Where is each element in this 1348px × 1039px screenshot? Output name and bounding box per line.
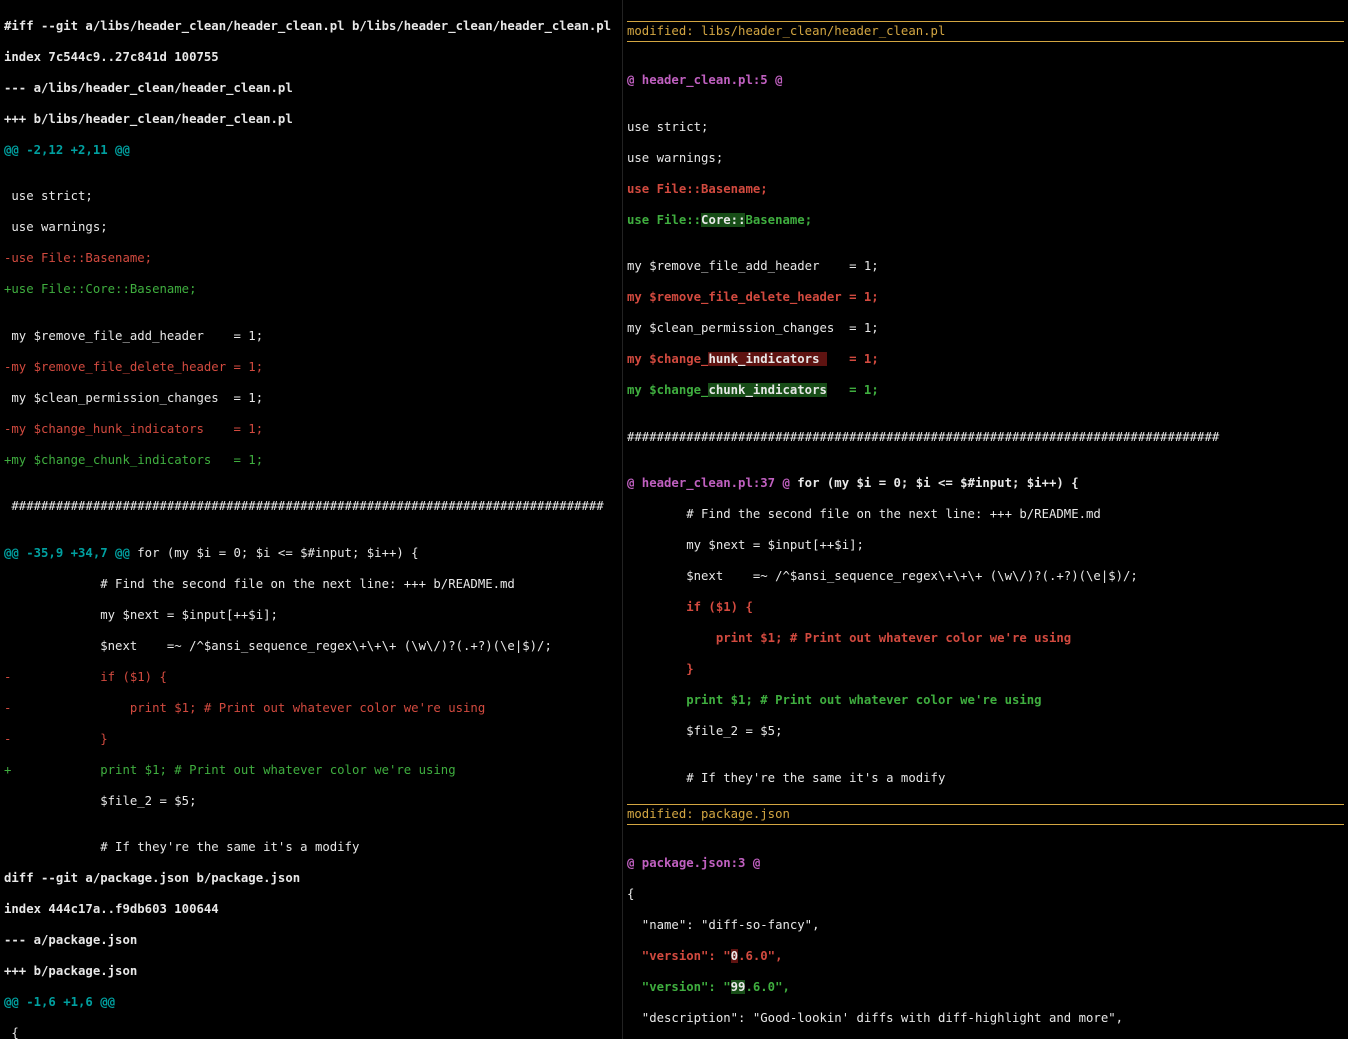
add-line: my $change_chunk_indicators = 1;	[627, 383, 1344, 399]
diff-index: index 7c544c9..27c841d 100755	[4, 50, 618, 66]
del-line: use File::Basename;	[627, 182, 1344, 198]
ctx-line: my $next = $input[++$i];	[4, 608, 618, 624]
del-line: -my $remove_file_delete_header = 1;	[4, 360, 618, 376]
ctx-line: my $remove_file_add_header = 1;	[4, 329, 618, 345]
del-line: my $change_hunk_indicators = 1;	[627, 352, 1344, 368]
add-line: "version": "99.6.0",	[627, 980, 1344, 996]
hunk-header: @@ -1,6 +1,6 @@	[4, 995, 618, 1011]
diff-new-file: +++ b/package.json	[4, 964, 618, 980]
diff-old-file: --- a/package.json	[4, 933, 618, 949]
ctx-line: # Find the second file on the next line:…	[4, 577, 618, 593]
del-line: }	[627, 662, 1344, 678]
diff-header: diff --git a/package.json b/package.json	[4, 871, 618, 887]
ctx-line: my $clean_permission_changes = 1;	[4, 391, 618, 407]
ctx-line: use warnings;	[4, 220, 618, 236]
ctx-line: my $remove_file_add_header = 1;	[627, 259, 1344, 275]
file-header: modified: package.json	[627, 804, 1344, 826]
hunk-header: @@ -2,12 +2,11 @@	[4, 143, 618, 159]
del-line: my $remove_file_delete_header = 1;	[627, 290, 1344, 306]
ctx-line: use warnings;	[627, 151, 1344, 167]
add-line: print $1; # Print out whatever color we'…	[627, 693, 1344, 709]
del-line: - }	[4, 732, 618, 748]
ctx-line: ########################################…	[627, 430, 1344, 446]
ctx-line: {	[627, 887, 1344, 903]
ctx-line: $next =~ /^$ansi_sequence_regex\+\+\+ (\…	[4, 639, 618, 655]
ctx-line: # If they're the same it's a modify	[4, 840, 618, 856]
ctx-line: $file_2 = $5;	[627, 724, 1344, 740]
diff-header: #iff --git a/libs/header_clean/header_cl…	[4, 19, 618, 35]
del-line: print $1; # Print out whatever color we'…	[627, 631, 1344, 647]
hunk-header: @@ -35,9 +34,7 @@ for (my $i = 0; $i <= …	[4, 546, 618, 562]
hunk-header: @ package.json:3 @	[627, 856, 1344, 872]
raw-diff-pane: #iff --git a/libs/header_clean/header_cl…	[0, 0, 622, 1039]
ctx-line: ########################################…	[4, 499, 618, 515]
file-header: modified: libs/header_clean/header_clean…	[627, 21, 1344, 43]
ctx-line: # If they're the same it's a modify	[627, 771, 1344, 787]
add-line: use File::Core::Basename;	[627, 213, 1344, 229]
fancy-diff-pane: modified: libs/header_clean/header_clean…	[622, 0, 1348, 1039]
ctx-line: $file_2 = $5;	[4, 794, 618, 810]
add-line: +use File::Core::Basename;	[4, 282, 618, 298]
hunk-header: @ header_clean.pl:5 @	[627, 73, 1344, 89]
ctx-line: "description": "Good-lookin' diffs with …	[627, 1011, 1344, 1027]
diff-index: index 444c17a..f9db603 100644	[4, 902, 618, 918]
ctx-line: use strict;	[4, 189, 618, 205]
del-line: - print $1; # Print out whatever color w…	[4, 701, 618, 717]
ctx-line: my $next = $input[++$i];	[627, 538, 1344, 554]
add-line: +my $change_chunk_indicators = 1;	[4, 453, 618, 469]
ctx-line: "name": "diff-so-fancy",	[627, 918, 1344, 934]
ctx-line: use strict;	[627, 120, 1344, 136]
ctx-line: # Find the second file on the next line:…	[627, 507, 1344, 523]
diff-old-file: --- a/libs/header_clean/header_clean.pl	[4, 81, 618, 97]
del-line: if ($1) {	[627, 600, 1344, 616]
ctx-line: my $clean_permission_changes = 1;	[627, 321, 1344, 337]
hunk-header: @ header_clean.pl:37 @ for (my $i = 0; $…	[627, 476, 1344, 492]
ctx-line: {	[4, 1026, 618, 1039]
del-line: "version": "0.6.0",	[627, 949, 1344, 965]
add-line: + print $1; # Print out whatever color w…	[4, 763, 618, 779]
diff-new-file: +++ b/libs/header_clean/header_clean.pl	[4, 112, 618, 128]
del-line: -use File::Basename;	[4, 251, 618, 267]
del-line: -my $change_hunk_indicators = 1;	[4, 422, 618, 438]
del-line: - if ($1) {	[4, 670, 618, 686]
ctx-line: $next =~ /^$ansi_sequence_regex\+\+\+ (\…	[627, 569, 1344, 585]
